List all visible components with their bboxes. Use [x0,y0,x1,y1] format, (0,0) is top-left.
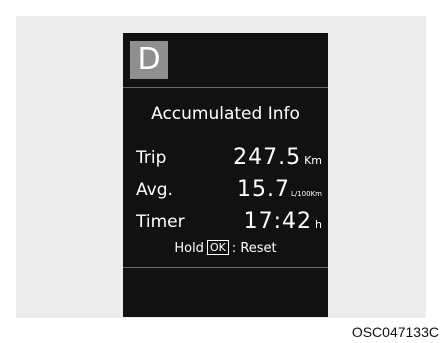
timer-value: 17:42 h [244,209,322,234]
average-value: 15.7L/100Km [237,177,322,202]
average-label: Avg. [136,180,173,200]
timer-label: Timer [136,212,185,232]
figure-code: OSC047133C [351,324,439,340]
reset-hint-suffix: : Reset [231,241,277,256]
average-row: Avg. 15.7L/100Km [136,176,322,202]
timer-time: 17:42 [243,209,313,234]
average-consumption: 15.7 [236,177,290,202]
trip-label: Trip [136,148,167,168]
drive-mode-indicator: D [130,41,168,79]
reset-hint: Hold OK: Reset [123,240,328,258]
top-divider [123,87,328,88]
reset-hint-prefix: Hold [174,241,204,256]
display-title: Accumulated Info [151,104,300,124]
trip-row: Trip 247.5 Km [136,144,322,170]
timer-row: Timer 17:42 h [136,208,322,234]
ok-key-icon: OK [206,240,229,255]
bottom-divider [123,267,328,268]
timer-unit: h [315,218,322,231]
trip-distance: 247.5 [233,145,302,170]
average-unit: L/100Km [290,190,322,198]
trip-value: 247.5 Km [233,145,322,170]
trip-unit: Km [304,154,322,167]
